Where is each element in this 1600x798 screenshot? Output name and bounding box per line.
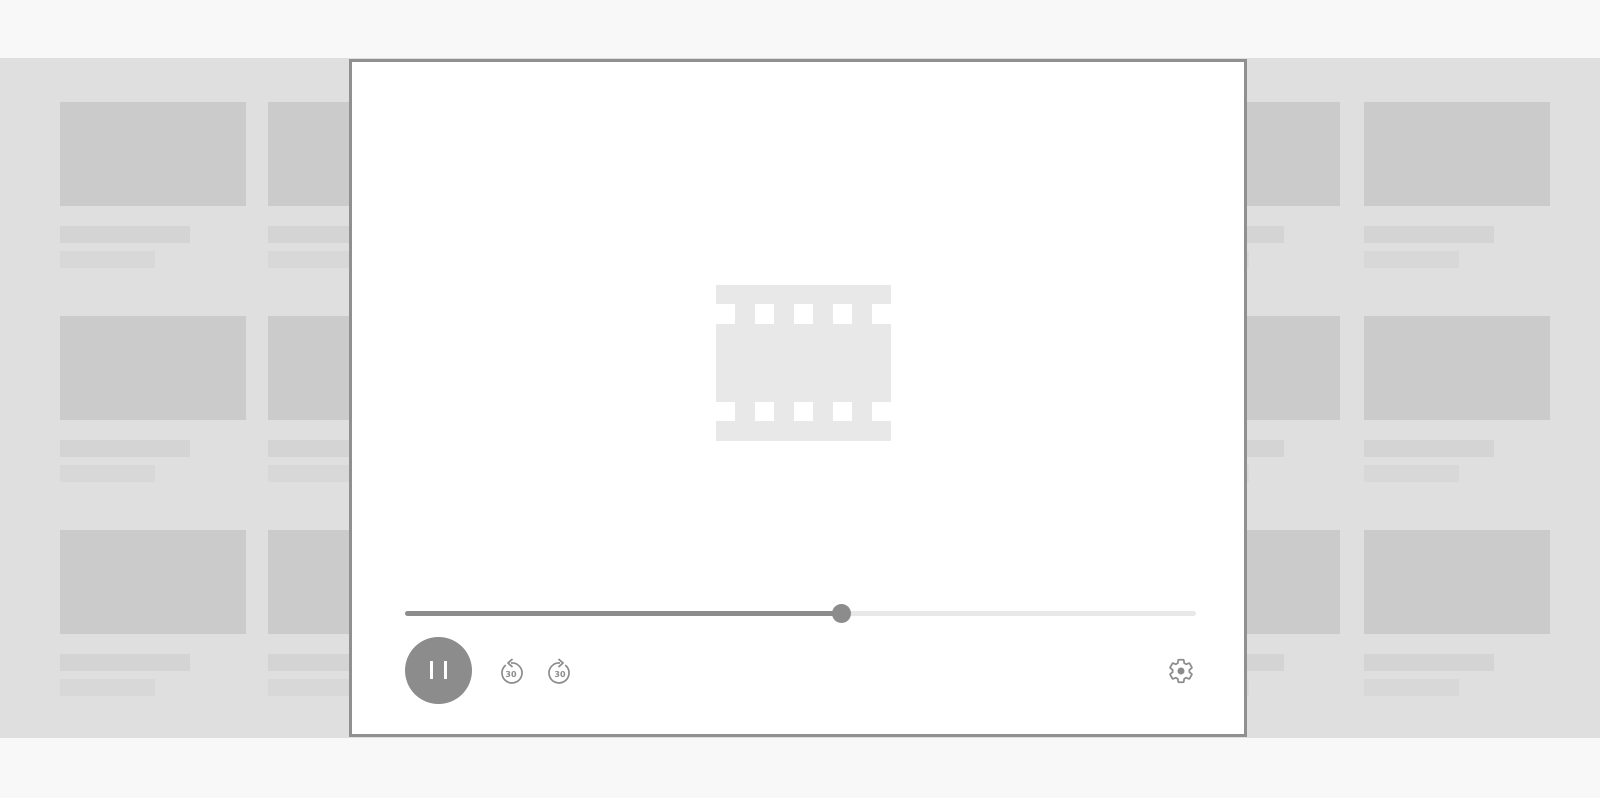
forward-seconds-label: 30 [554,670,566,679]
card-thumbnail [1364,316,1550,420]
card-thumbnail [1364,102,1550,206]
card-thumbnail [1364,530,1550,634]
progress-fill [405,611,841,616]
card-title-placeholder [60,226,190,243]
card-subtitle-placeholder [60,251,155,268]
forward-30-button[interactable]: 30 [546,655,574,685]
card-subtitle-placeholder [60,465,155,482]
video-player[interactable]: 30 30 [349,59,1247,737]
progress-handle[interactable] [831,604,851,623]
card-title-placeholder [60,654,190,671]
progress-slider[interactable] [405,603,1196,623]
card-subtitle-placeholder [60,679,155,696]
rewind-30-button[interactable]: 30 [497,655,525,685]
card-thumbnail [60,530,246,634]
gear-icon [1169,658,1193,684]
forward-30-icon: 30 [548,658,570,684]
film-icon [716,285,891,441]
bottom-bar [0,738,1600,798]
card-title-placeholder [1364,654,1494,671]
card-title-placeholder [60,440,190,457]
pause-button[interactable] [405,637,472,704]
pause-icon [430,661,433,679]
settings-button[interactable] [1167,657,1195,685]
rewind-30-icon: 30 [501,658,523,684]
card-title-placeholder [1364,226,1494,243]
card-subtitle-placeholder [1364,679,1459,696]
card-subtitle-placeholder [1364,465,1459,482]
card-subtitle-placeholder [1364,251,1459,268]
pause-icon [444,661,447,679]
card-thumbnail [60,102,246,206]
top-bar [0,0,1600,58]
card-thumbnail [60,316,246,420]
card-title-placeholder [1364,440,1494,457]
rewind-seconds-label: 30 [505,670,517,679]
